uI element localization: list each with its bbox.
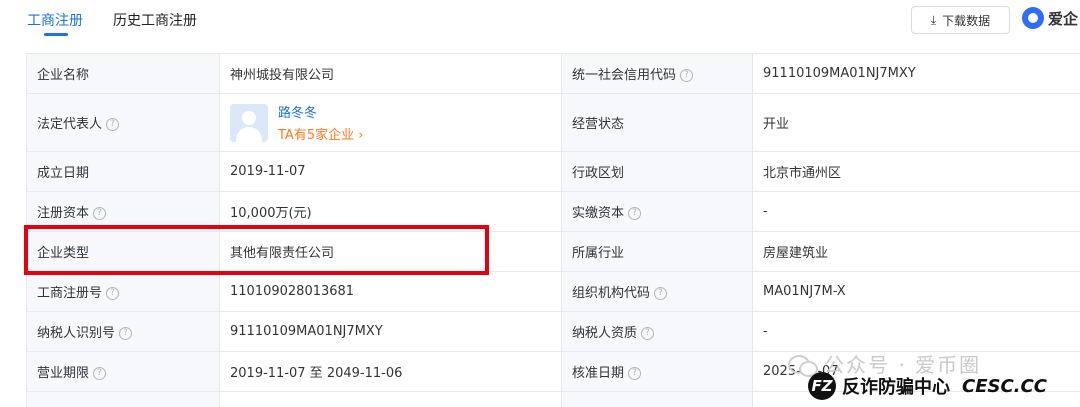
label-taxpayer-id: 纳税人识别号? (26, 311, 220, 352)
value-paid-capital: - (752, 191, 1080, 232)
label-taxpayer-qualification: 纳税人资质? (561, 311, 753, 352)
watermark-fz: FZ 反诈防骗中心 CESC.CC (808, 372, 1047, 400)
label-business-term: 营业期限? (26, 351, 220, 392)
help-icon[interactable]: ? (680, 69, 694, 82)
brand-label: 爱企 (1048, 9, 1079, 28)
value-registration-number: 110109028013681 (219, 271, 562, 312)
active-tab-indicator (44, 33, 68, 36)
label-business-status: 经营状态 (561, 93, 753, 152)
download-data-button[interactable]: ⤓ 下载数据 (911, 6, 1010, 34)
label-industry: 所属行业 (561, 231, 753, 272)
label-company-name: 企业名称 (26, 53, 220, 94)
table-row: 工商注册号? 110109028013681 组织机构代码? MA01NJ7M-… (26, 271, 1080, 312)
label-legal-rep: 法定代表人? (26, 93, 220, 152)
table-row: 法定代表人? 路冬冬 TA有5家企业 › 经营状态 开业 (26, 93, 1080, 152)
help-icon[interactable]: ? (654, 287, 668, 300)
label-registration-number: 工商注册号? (26, 271, 220, 312)
label-cell-partial (561, 391, 753, 407)
download-label: 下载数据 (942, 13, 991, 28)
tab-history-registration[interactable]: 历史工商注册 (113, 10, 197, 30)
legal-rep-name-link[interactable]: 路冬冬 (278, 102, 363, 121)
help-icon[interactable]: ? (628, 367, 642, 380)
fz-domain: CESC.CC (962, 375, 1047, 397)
tab-bar: 工商注册 历史工商注册 ⤓ 下载数据 爱企 (0, 0, 1080, 40)
fz-text: 反诈防骗中心 (842, 377, 950, 398)
help-icon[interactable]: ? (93, 207, 107, 220)
label-cell-partial (26, 391, 220, 407)
value-org-code: MA01NJ7M-X (752, 271, 1080, 312)
brand-icon (1022, 7, 1044, 29)
legal-rep-companies-link[interactable]: TA有5家企业 › (278, 124, 363, 143)
help-icon[interactable]: ? (106, 118, 120, 131)
label-approval-date: 核准日期? (561, 351, 753, 392)
value-admin-region: 北京市通州区 (752, 151, 1080, 192)
help-icon[interactable]: ? (106, 287, 120, 300)
value-cell-partial (219, 391, 562, 407)
download-icon: ⤓ (930, 12, 937, 27)
label-credit-code: 统一社会信用代码? (561, 53, 753, 94)
help-icon[interactable]: ? (641, 327, 655, 340)
table-row: 纳税人识别号? 91110109MA01NJ7MXY 纳税人资质? - (26, 311, 1080, 352)
tab-business-registration[interactable]: 工商注册 (27, 10, 83, 30)
value-industry: 房屋建筑业 (752, 231, 1080, 272)
value-taxpayer-qualification: - (752, 311, 1080, 352)
value-credit-code: 91110109MA01NJ7MXY (752, 53, 1080, 94)
value-business-status: 开业 (752, 93, 1080, 152)
label-establish-date: 成立日期 (26, 151, 220, 192)
highlight-annotation-box (24, 225, 489, 275)
help-icon[interactable]: ? (628, 207, 642, 220)
value-establish-date: 2019-11-07 (219, 151, 562, 192)
value-company-name: 神州城投有限公司 (219, 53, 562, 94)
fz-logo-icon: FZ (808, 372, 836, 400)
value-taxpayer-id: 91110109MA01NJ7MXY (219, 311, 562, 352)
value-legal-rep: 路冬冬 TA有5家企业 › (219, 93, 562, 152)
avatar[interactable] (230, 103, 268, 142)
label-paid-capital: 实缴资本? (561, 191, 753, 232)
table-row: 成立日期 2019-11-07 行政区划 北京市通州区 (26, 151, 1080, 192)
table-row: 企业名称 神州城投有限公司 统一社会信用代码? 91110109MA01NJ7M… (26, 53, 1080, 94)
brand-logo[interactable]: 爱企 (1022, 7, 1078, 29)
label-org-code: 组织机构代码? (561, 271, 753, 312)
label-admin-region: 行政区划 (561, 151, 753, 192)
help-icon[interactable]: ? (119, 327, 133, 340)
value-business-term: 2019-11-07 至 2049-11-06 (219, 351, 562, 392)
legal-rep-card: 路冬冬 TA有5家企业 › (230, 102, 551, 143)
help-icon[interactable]: ? (93, 367, 107, 380)
